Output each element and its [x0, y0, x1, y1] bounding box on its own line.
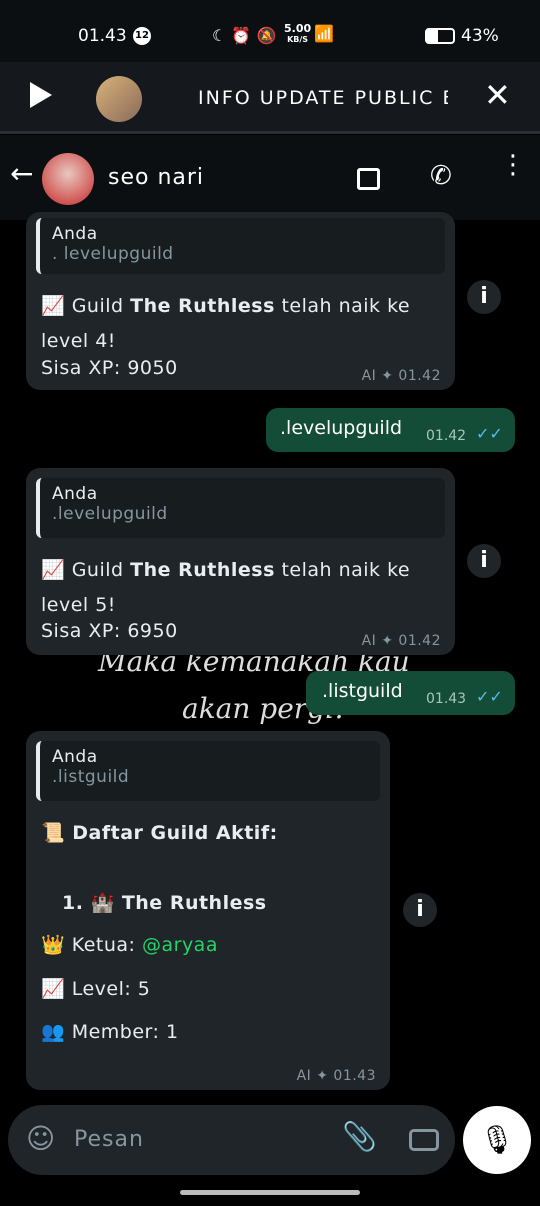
microphone-icon: 🎙	[479, 1123, 515, 1156]
message-line: level 4!	[41, 330, 116, 352]
speed-value: 5.00	[284, 22, 312, 35]
message-time: AI ✦ 01.42	[361, 633, 441, 649]
battery-percent: 43%	[461, 26, 499, 46]
status-bar: 01.43 12 ☾ ⏰ 🔕 5.00 KB/S 📶 43%	[0, 0, 540, 62]
quote-text: .listguild	[52, 767, 130, 787]
video-call-icon[interactable]	[357, 168, 380, 190]
outgoing-message[interactable]: .levelupguild 01.42 ✓✓	[266, 408, 515, 452]
read-ticks-icon: ✓✓	[476, 687, 503, 706]
sticker-icon[interactable]: ☺	[26, 1122, 55, 1155]
message-text: .levelupguild	[280, 417, 403, 439]
status-icons: ☾ ⏰ 🔕	[212, 26, 277, 45]
message-time: AI ✦ 01.43	[296, 1068, 376, 1084]
list-title: 📜 Daftar Guild Aktif:	[41, 822, 278, 844]
battery-icon	[425, 28, 455, 44]
message-input[interactable]: Pesan	[74, 1127, 144, 1152]
message-time: AI ✦ 01.42	[361, 368, 441, 384]
voice-call-icon[interactable]: ✆	[430, 161, 452, 191]
guild-list-item: 1. 🏰 The Ruthless	[62, 892, 267, 914]
guild-leader: 👑 Ketua: @aryaa	[41, 934, 218, 956]
quote-text: .levelupguild	[52, 504, 168, 524]
close-icon[interactable]: ✕	[484, 76, 511, 114]
back-arrow-icon[interactable]: ←	[10, 157, 33, 190]
quoted-message[interactable]: Anda .levelupguild	[36, 478, 445, 538]
quoted-message[interactable]: Anda .listguild	[36, 741, 380, 801]
read-ticks-icon: ✓✓	[476, 424, 503, 443]
home-indicator[interactable]	[180, 1190, 360, 1195]
quote-text: . levelupguild	[52, 244, 174, 264]
message-line: level 5!	[41, 594, 116, 616]
guild-level: 📈 Level: 5	[41, 978, 151, 1000]
message-line: Sisa XP: 9050	[41, 357, 178, 379]
quote-author: Anda	[52, 224, 98, 244]
network-speed: 5.00 KB/S	[284, 22, 312, 45]
quote-author: Anda	[52, 484, 98, 504]
clock: 01.43	[78, 26, 127, 46]
mention-link[interactable]: @aryaa	[142, 934, 218, 956]
outgoing-message[interactable]: .listguild 01.43 ✓✓	[306, 671, 515, 715]
quote-author: Anda	[52, 747, 98, 767]
guild-members: 👥 Member: 1	[41, 1021, 179, 1043]
wifi-signal-icon: 📶	[314, 24, 334, 43]
incoming-message[interactable]: Anda .levelupguild 📈 Guild The Ruthless …	[26, 468, 455, 655]
more-options-icon[interactable]: ⋮	[500, 152, 526, 178]
incoming-message[interactable]: Anda .listguild 📜 Daftar Guild Aktif: 1.…	[26, 731, 390, 1090]
group-avatar	[96, 76, 142, 122]
message-line: Sisa XP: 6950	[41, 620, 178, 642]
info-icon[interactable]: i	[467, 544, 501, 578]
contact-avatar[interactable]	[42, 153, 94, 205]
notification-count-badge: 12	[133, 27, 151, 45]
message-line: 📈 Guild The Ruthless telah naik ke	[41, 295, 411, 317]
info-icon[interactable]: i	[467, 280, 501, 314]
chat-header: ← seo nari ✆ ⋮	[0, 135, 540, 220]
message-text: .listguild	[322, 680, 403, 702]
message-time: 01.43	[426, 691, 467, 707]
quoted-message[interactable]: Anda . levelupguild	[36, 218, 445, 274]
info-icon[interactable]: i	[403, 893, 437, 927]
attach-icon[interactable]: 📎	[342, 1120, 377, 1153]
incoming-message[interactable]: Anda . levelupguild 📈 Guild The Ruthless…	[26, 212, 455, 390]
speed-unit: KB/S	[287, 35, 309, 44]
banner-title: INFO UPDATE PUBLIC BOT	[198, 87, 448, 109]
play-icon[interactable]	[30, 82, 52, 108]
message-time: 01.42	[426, 428, 467, 444]
voice-record-button[interactable]: 🎙	[463, 1106, 531, 1174]
contact-name[interactable]: seo nari	[108, 165, 204, 190]
message-line: 📈 Guild The Ruthless telah naik ke	[41, 559, 411, 581]
voice-chat-banner[interactable]: INFO UPDATE PUBLIC BOT ✕	[0, 62, 540, 134]
message-input-bar[interactable]: ☺ Pesan 📎	[8, 1105, 455, 1175]
camera-icon[interactable]	[409, 1129, 439, 1151]
